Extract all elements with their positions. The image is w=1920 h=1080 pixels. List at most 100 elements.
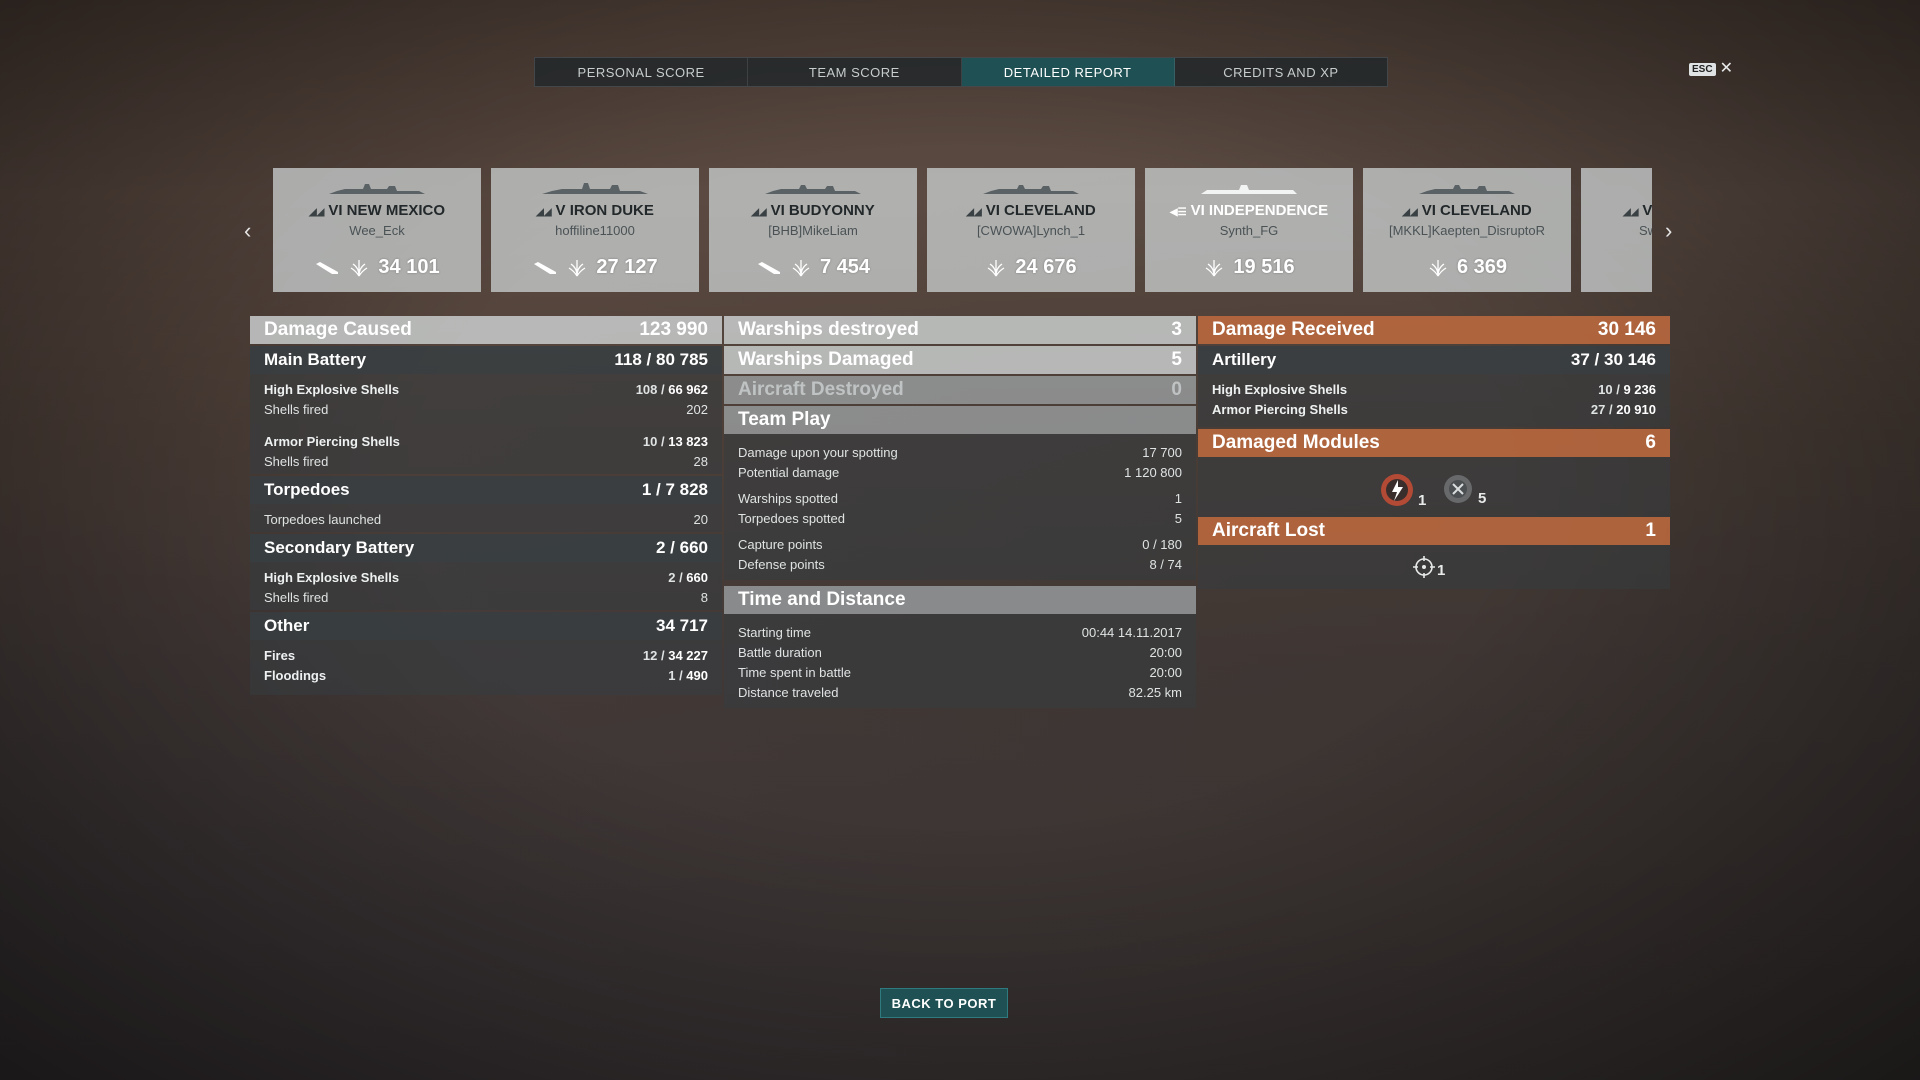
ship-card[interactable]: ◢◢ VI CLEVELAND [MKKL]Kaepten_DisruptoR 6… (1363, 168, 1571, 292)
artillery-header: Artillery 37 / 30 146 (1198, 346, 1670, 374)
time-in-battle-label: Time spent in battle (738, 664, 851, 680)
ship-card[interactable]: ◢◢ VI NEW MEXICO Wee_Eck 34 101 (273, 168, 481, 292)
damage-received-label: Damage Received (1212, 319, 1375, 340)
starting-time-row: Starting time 00:44 14.11.2017 (724, 622, 1196, 642)
other-details: Fires 12 / 34 227 Floodings 1 / 490 (250, 640, 722, 695)
ship-name: ◀☰ VI INDEPENDENCE (1169, 202, 1329, 219)
close-button[interactable]: ESC ✕ (1689, 61, 1733, 77)
secondary-battery-header: Secondary Battery 2 / 660 (250, 534, 722, 562)
defense-points-label: Defense points (738, 556, 825, 572)
ship-score: 24 676 (927, 256, 1135, 279)
warships-spotted-value: 1 (1174, 490, 1182, 506)
tab-detailed-report[interactable]: DETAILED REPORT (961, 58, 1175, 86)
ship-name: ◢◢ VI BUDYONNY (751, 202, 875, 219)
ship-class-icon: ◢◢ (1623, 207, 1639, 218)
ship-silhouette-icon (983, 185, 1079, 194)
ship-class-icon: ◢◢ (536, 207, 552, 218)
secondary-fired-label: Shells fired (264, 589, 329, 605)
ship-card[interactable]: ◢◢ V IRON DUKE hoffiline11000 27 127 (491, 168, 699, 292)
ap-shells-label: Armor Piercing Shells (264, 433, 400, 449)
warships-spotted-label: Warships spotted (738, 490, 838, 506)
potential-damage-label: Potential damage (738, 464, 840, 480)
carousel-prev-arrow-icon[interactable]: ‹ (244, 218, 251, 244)
torpedoes-launched-row: Torpedoes launched 20 (250, 509, 722, 529)
time-distance-details: Starting time 00:44 14.11.2017 Battle du… (724, 614, 1196, 708)
aircraft-lost-label: Aircraft Lost (1212, 520, 1325, 541)
laurel-icon (569, 259, 586, 276)
ship-silhouette-icon (765, 185, 861, 194)
he-shells-fired-row: Shells fired 202 (250, 399, 722, 419)
main-battery-details: High Explosive Shells 108 / 66 962 Shell… (250, 374, 722, 474)
warships-damaged-value: 5 (1171, 349, 1182, 370)
spotting-damage-row: Damage upon your spotting 17 700 (724, 442, 1196, 462)
middle-panel: Warships destroyed 3 Warships Damaged 5 … (724, 316, 1196, 708)
team-play-header: Team Play (724, 406, 1196, 434)
tab-team-score[interactable]: TEAM SCORE (748, 58, 962, 86)
sunk-icon (316, 261, 339, 274)
ship-silhouette-icon (1419, 185, 1515, 194)
ship-card[interactable]: ◢◢ VI BUDYONNY [BHB]MikeLiam 7 454 (709, 168, 917, 292)
floodings-value: 1 / 490 (668, 667, 708, 683)
received-ap-label: Armor Piercing Shells (1212, 401, 1348, 417)
artillery-label: Artillery (1212, 350, 1277, 369)
warships-damaged-label: Warships Damaged (738, 349, 914, 370)
ship-carousel: ◢◢ VI NEW MEXICO Wee_Eck 34 101 ◢◢ V IRON … (273, 168, 1652, 292)
he-shells-label: High Explosive Shells (264, 381, 400, 397)
aircraft-lost-icons: 1 (1198, 545, 1670, 589)
received-he-row: High Explosive Shells 10 / 9 236 (1198, 379, 1670, 399)
torpedoes-spotted-value: 5 (1174, 510, 1182, 526)
ship-name: ◢◢ VI CLEVELAND (1402, 202, 1532, 219)
player-name: hoffiline11000 (555, 223, 635, 238)
module-fire-stat: 1 (1378, 471, 1426, 509)
warships-damaged-row: Warships Damaged 5 (724, 346, 1196, 374)
player-name: Wee_Eck (349, 223, 405, 238)
turret-damage-icon (1444, 475, 1472, 503)
player-name: Sw (1639, 223, 1652, 238)
aircraft-lost-stat: 1 (1412, 555, 1445, 579)
ship-score: 6 369 (1363, 256, 1571, 279)
distance-label: Distance traveled (738, 684, 839, 700)
he-shells-value: 108 / 66 962 (635, 381, 708, 397)
laurel-icon (988, 259, 1005, 276)
time-distance-header: Time and Distance (724, 586, 1196, 614)
other-total: 34 717 (656, 616, 708, 635)
secondary-fired-row: Shells fired 8 (250, 587, 722, 607)
damage-received-header: Damage Received 30 146 (1198, 316, 1670, 344)
ship-score: 7 454 (709, 256, 917, 279)
aircraft-lost-total: 1 (1645, 520, 1656, 541)
torpedoes-value: 1 / 7 828 (641, 480, 708, 499)
aircraft-lost-header: Aircraft Lost 1 (1198, 517, 1670, 545)
main-battery-label: Main Battery (264, 350, 367, 369)
ship-score: 27 127 (491, 256, 699, 279)
ap-shells-fired-label: Shells fired (264, 453, 329, 469)
ship-card[interactable]: ◀☰ VI INDEPENDENCE Synth_FG 19 516 (1145, 168, 1353, 292)
warships-destroyed-value: 3 (1171, 319, 1182, 340)
report-tabs: PERSONAL SCORE TEAM SCORE DETAILED REPOR… (534, 57, 1388, 87)
secondary-battery-details: High Explosive Shells 2 / 660 Shells fir… (250, 562, 722, 610)
ship-card[interactable]: ◢◢ VI CLEVELAND [CWOWA]Lynch_1 24 676 (927, 168, 1135, 292)
carousel-next-arrow-icon[interactable]: › (1665, 218, 1672, 244)
tab-personal-score[interactable]: PERSONAL SCORE (535, 58, 749, 86)
team-play-label: Team Play (738, 409, 831, 430)
damaged-modules-label: Damaged Modules (1212, 432, 1380, 453)
sunk-icon (757, 261, 780, 274)
ship-class-icon: ◢◢ (751, 207, 767, 218)
battle-duration-row: Battle duration 20:00 (724, 642, 1196, 662)
fires-row: Fires 12 / 34 227 (250, 645, 722, 665)
time-in-battle-row: Time spent in battle 20:00 (724, 662, 1196, 682)
damage-caused-panel: Damage Caused 123 990 Main Battery 118 /… (250, 316, 722, 695)
laurel-icon (792, 259, 810, 276)
ap-shells-fired-row: Shells fired 28 (250, 451, 722, 471)
ship-card[interactable]: ◢◢V Sw (1581, 168, 1652, 292)
team-play-details: Damage upon your spotting 17 700 Potenti… (724, 434, 1196, 580)
he-shells-fired-label: Shells fired (264, 401, 329, 417)
back-to-port-button[interactable]: BACK TO PORT (880, 988, 1008, 1018)
received-ap-row: Armor Piercing Shells 27 / 20 910 (1198, 399, 1670, 419)
tab-credits-and-xp[interactable]: CREDITS AND XP (1175, 58, 1387, 86)
module-disabled-stat: 5 (1440, 471, 1486, 507)
ship-name: ◢◢ V IRON DUKE (536, 202, 654, 219)
fires-value: 12 / 34 227 (642, 647, 708, 663)
spotting-damage-label: Damage upon your spotting (738, 444, 898, 460)
spotting-damage-value: 17 700 (1142, 444, 1182, 460)
distance-row: Distance traveled 82.25 km (724, 682, 1196, 702)
